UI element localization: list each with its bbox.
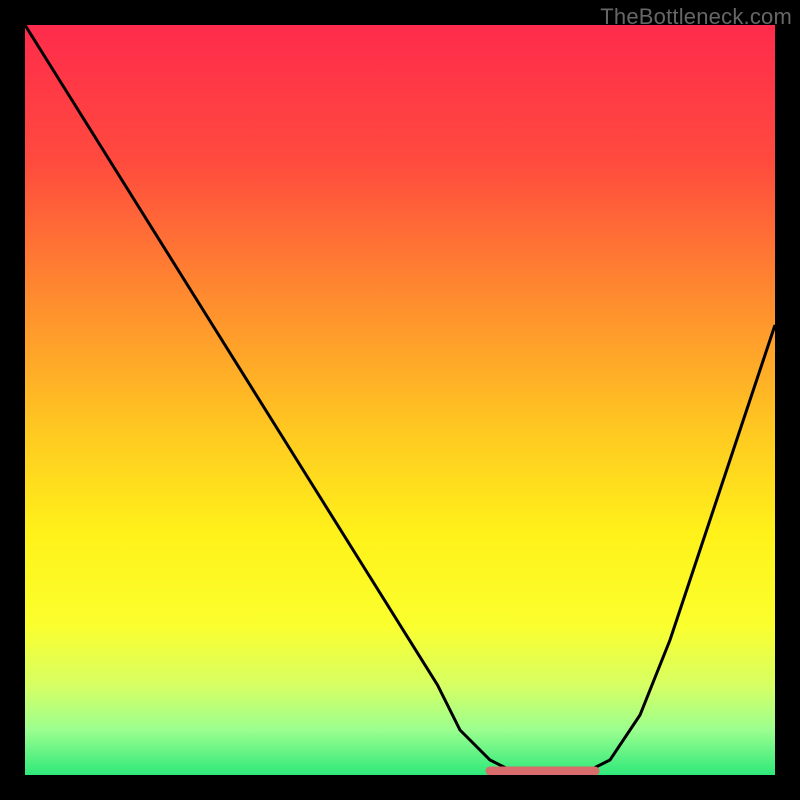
watermark-text: TheBottleneck.com	[600, 4, 792, 30]
plot-background-gradient	[25, 25, 775, 775]
chart-frame: TheBottleneck.com	[0, 0, 800, 800]
